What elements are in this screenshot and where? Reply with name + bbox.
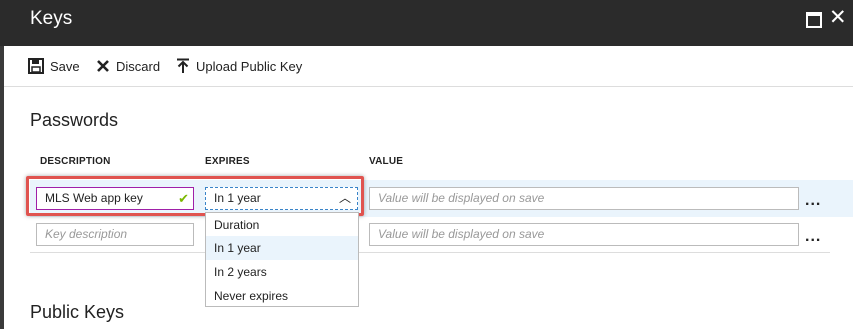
more-options-button[interactable]: ... xyxy=(805,228,821,246)
upload-label: Upload Public Key xyxy=(196,58,303,74)
column-header-value: VALUE xyxy=(369,156,404,167)
column-header-description: DESCRIPTION xyxy=(40,156,111,167)
discard-button[interactable]: Discard xyxy=(96,55,160,77)
public-keys-heading: Public Keys xyxy=(30,302,125,322)
dropdown-option-in-1-year[interactable]: In 1 year xyxy=(206,236,358,260)
discard-label: Discard xyxy=(116,58,161,74)
save-label: Save xyxy=(50,58,80,74)
save-button[interactable]: Save xyxy=(28,55,80,77)
more-options-button[interactable]: ... xyxy=(805,192,821,210)
close-icon[interactable]: ✕ xyxy=(829,7,851,30)
column-header-expires: EXPIRES xyxy=(205,156,250,167)
discard-x-icon xyxy=(97,60,109,72)
blade-border xyxy=(0,46,4,329)
blade-title: Keys xyxy=(30,8,73,29)
upload-public-key-button[interactable]: Upload Public Key xyxy=(176,55,302,77)
row-divider xyxy=(30,252,830,253)
upload-icon xyxy=(177,58,189,73)
expires-dropdown-list: Duration In 1 year In 2 years Never expi… xyxy=(205,212,359,307)
value-field[interactable]: Value will be displayed on save xyxy=(369,187,799,210)
description-field[interactable]: Key description xyxy=(36,223,194,246)
dropdown-option-never-expires[interactable]: Never expires xyxy=(206,284,358,308)
command-bar: Save Discard Upload Public Key xyxy=(4,46,853,87)
highlight-box xyxy=(26,176,364,216)
dropdown-option-duration[interactable]: Duration xyxy=(206,213,358,237)
blade-header: Keys ✕ xyxy=(0,0,853,46)
save-icon xyxy=(28,58,44,74)
value-field[interactable]: Value will be displayed on save xyxy=(369,223,799,246)
maximize-icon[interactable] xyxy=(803,8,825,30)
dropdown-option-in-2-years[interactable]: In 2 years xyxy=(206,260,358,284)
passwords-heading: Passwords xyxy=(30,110,119,130)
